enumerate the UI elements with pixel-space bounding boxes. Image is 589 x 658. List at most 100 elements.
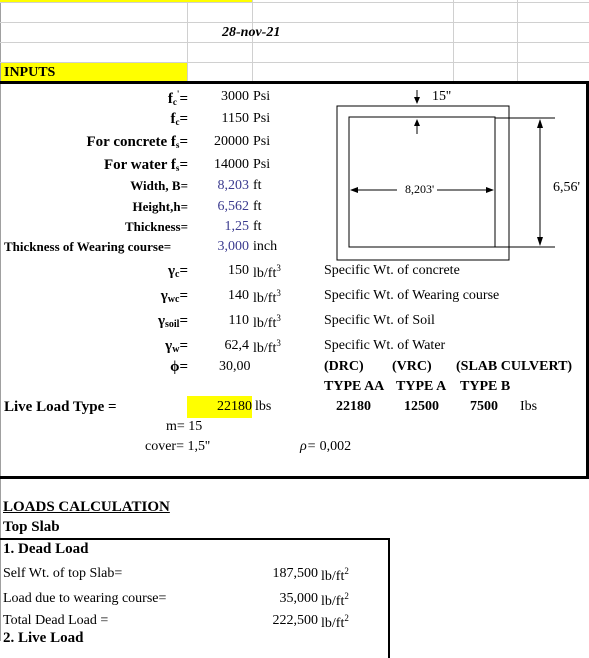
equals-sign: = xyxy=(179,263,188,279)
gridline xyxy=(517,0,518,82)
unit-exponent: 3 xyxy=(276,338,281,348)
input-label-text: Width, B= xyxy=(130,178,188,193)
input-value[interactable]: 6,562 xyxy=(188,199,250,215)
load-unit: lb/ft2 xyxy=(321,566,349,585)
unit-exponent: 3 xyxy=(276,288,281,298)
live-load-type-unit: lbs xyxy=(255,399,272,414)
top-slab-subtitle: Top Slab xyxy=(3,519,60,535)
input-unit: Psi xyxy=(253,134,271,149)
load-unit: lb/ft2 xyxy=(321,613,349,632)
ll-type-b: TYPE B xyxy=(460,379,511,394)
phi-label: ϕ= xyxy=(100,359,188,376)
unit-weight-value[interactable]: 150 xyxy=(188,263,249,279)
arrow-up-icon xyxy=(414,119,420,126)
unit-weight-description: Specific Wt. of Soil xyxy=(324,313,435,328)
ll-unit: Ibs xyxy=(520,399,538,414)
load-value[interactable]: 187,500 xyxy=(250,566,319,582)
unit-weight-symbol: γwc= xyxy=(100,288,188,305)
dead-load-title: 1. Dead Load xyxy=(3,541,89,557)
input-value[interactable]: 8,203 xyxy=(188,178,250,194)
cover-value[interactable]: 1,5'' xyxy=(188,439,211,454)
input-label: Thickness of Wearing course= xyxy=(4,239,171,255)
unit-text: lb/ft xyxy=(321,594,345,609)
input-value[interactable]: 1150 xyxy=(188,111,249,127)
gamma-subscript: wc xyxy=(167,294,180,305)
unit-text: lb/ft xyxy=(253,341,277,356)
load-value[interactable]: 35,000 xyxy=(250,591,319,607)
live-load-title: 2. Live Load xyxy=(3,630,84,646)
input-value[interactable]: 14000 xyxy=(188,157,249,173)
ll-type-a: TYPE A xyxy=(396,379,447,394)
input-label-eq: = xyxy=(179,111,188,127)
gamma-symbol: γ xyxy=(157,313,165,329)
live-load-type-label: Live Load Type = xyxy=(4,399,117,415)
culvert-diagram xyxy=(336,90,555,261)
unit-weight-unit: lb/ft3 xyxy=(253,263,281,282)
unit-weight-value[interactable]: 140 xyxy=(188,288,249,304)
unit-weight-symbol: γsoil= xyxy=(100,313,188,330)
arrow-down-icon xyxy=(537,237,543,246)
ll-header-vrc: (VRC) xyxy=(392,359,432,374)
input-label-eq: = xyxy=(179,157,188,173)
gamma-symbol: γ xyxy=(167,263,175,279)
input-unit: ft xyxy=(253,178,262,193)
ll-type-aa: TYPE AA xyxy=(324,379,385,394)
m-value[interactable]: 15 xyxy=(188,419,202,434)
load-label: Load due to wearing course= xyxy=(3,591,167,606)
m-label: m= xyxy=(166,419,185,434)
unit-weight-unit: lb/ft3 xyxy=(253,288,281,307)
input-unit: ft xyxy=(253,219,262,234)
unit-text: lb/ft xyxy=(253,291,277,306)
arrow-right-icon xyxy=(486,187,494,193)
height-label: 6,56' xyxy=(553,180,581,195)
unit-weight-symbol: γc= xyxy=(100,263,188,280)
input-label-text: For concrete f xyxy=(86,134,176,150)
input-label-text: Height,h= xyxy=(132,199,188,214)
unit-exponent: 3 xyxy=(276,263,281,273)
arrow-left-icon xyxy=(350,187,358,193)
rho-label: ρ= xyxy=(300,439,317,454)
live-load-type-value[interactable]: 22180 xyxy=(187,396,252,418)
unit-weight-unit: lb/ft3 xyxy=(253,313,281,332)
input-label-text: For water f xyxy=(104,157,176,173)
equals-sign: = xyxy=(179,338,188,354)
unit-weight-description: Specific Wt. of Wearing course xyxy=(324,288,500,303)
unit-weight-description: Specific Wt. of concrete xyxy=(324,263,460,278)
unit-weight-symbol: γw= xyxy=(100,338,188,355)
input-value[interactable]: 1,25 xyxy=(188,219,250,235)
load-unit: lb/ft2 xyxy=(321,591,349,610)
unit-weight-description: Specific Wt. of Water xyxy=(324,338,446,353)
date-cell[interactable]: 28-nov-21 xyxy=(222,25,280,41)
input-unit: Psi xyxy=(253,111,271,126)
input-value[interactable]: 3,000 xyxy=(188,239,250,255)
load-label: Self Wt. of top Slab= xyxy=(3,566,123,581)
input-unit: inch xyxy=(253,239,278,254)
phi-value[interactable]: 30,00 xyxy=(219,359,251,375)
unit-text: lb/ft xyxy=(321,616,345,631)
load-value[interactable]: 222,500 xyxy=(250,613,319,629)
unit-text: lb/ft xyxy=(321,569,345,584)
arrow-down-icon xyxy=(414,97,420,104)
gridline xyxy=(0,22,589,23)
load-label: Total Dead Load = xyxy=(3,613,109,628)
gridline xyxy=(252,0,253,82)
input-label: Thickness= xyxy=(0,219,188,235)
unit-weight-value[interactable]: 62,4 xyxy=(188,338,250,354)
input-value[interactable]: 3000 xyxy=(188,89,249,105)
loads-calculation-title: LOADS CALCULATION xyxy=(3,499,170,515)
input-value[interactable]: 20000 xyxy=(188,134,249,150)
unit-weight-value[interactable]: 110 xyxy=(188,313,249,329)
gamma-subscript: soil xyxy=(164,319,180,330)
cover-label: cover= xyxy=(145,439,184,454)
arrow-up-icon xyxy=(537,119,543,128)
input-label-eq: = xyxy=(179,134,188,150)
input-label: fc'= xyxy=(0,89,188,108)
ll-value-b: 7500 xyxy=(470,399,498,414)
width-label: 8,203' xyxy=(403,182,437,197)
ll-header-drc: (DRC) xyxy=(324,359,364,374)
inputs-title: INPUTS xyxy=(1,63,187,82)
gridline xyxy=(0,2,589,3)
rho-value[interactable]: 0,002 xyxy=(320,439,352,454)
unit-text: lb/ft xyxy=(253,316,277,331)
gamma-symbol: γ xyxy=(160,288,168,304)
